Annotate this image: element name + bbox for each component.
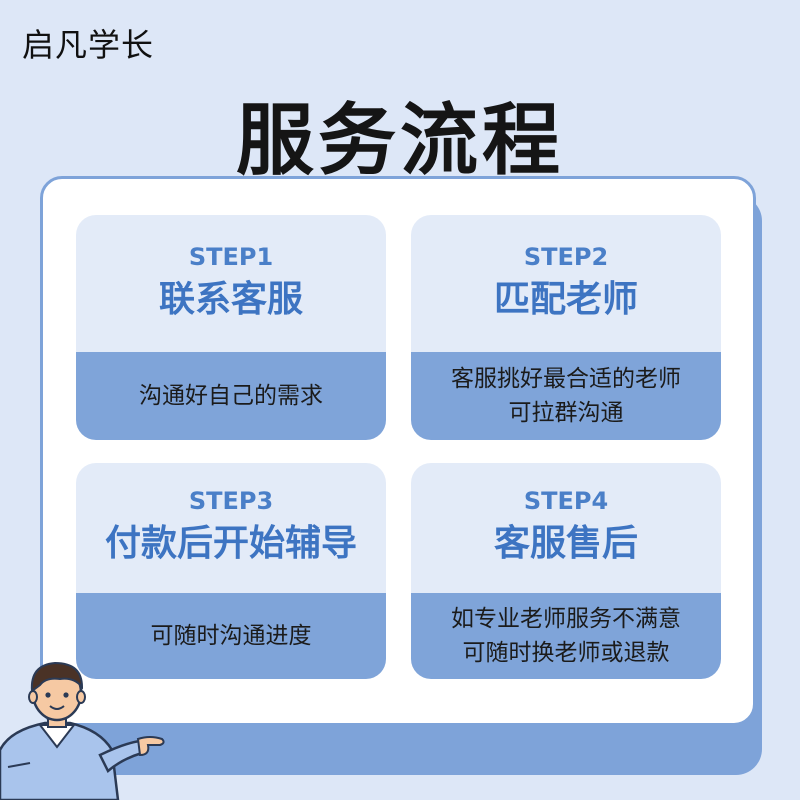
step-card-3: STEP3 付款后开始辅导 可随时沟通进度 <box>76 463 386 679</box>
step-number: STEP3 <box>188 487 274 516</box>
step-name: 匹配老师 <box>493 278 638 320</box>
step-description: 沟通好自己的需求 <box>139 382 323 409</box>
step-card-2: STEP2 匹配老师 客服挑好最合适的老师 可拉群沟通 <box>411 215 721 440</box>
step-card-header: STEP3 付款后开始辅导 <box>76 463 386 593</box>
step-card-body: 如专业老师服务不满意 可随时换老师或退款 <box>411 593 721 679</box>
step-name: 客服售后 <box>493 523 638 565</box>
step-description: 可随时换老师或退款 <box>462 640 670 666</box>
step-card-header: STEP1 联系客服 <box>76 215 386 352</box>
step-description: 可拉群沟通 <box>508 400 624 426</box>
step-name: 付款后开始辅导 <box>104 523 357 565</box>
step-card-header: STEP2 匹配老师 <box>411 215 721 352</box>
step-card-body: 客服挑好最合适的老师 可拉群沟通 <box>411 352 721 440</box>
step-card-1: STEP1 联系客服 沟通好自己的需求 <box>76 215 386 440</box>
step-description: 可随时沟通进度 <box>150 622 312 649</box>
page-title: 服务流程 <box>235 96 564 186</box>
step-name: 联系客服 <box>158 278 303 320</box>
step-card-body: 沟通好自己的需求 <box>76 352 386 440</box>
step-description: 客服挑好最合适的老师 <box>451 365 681 392</box>
step-card-header: STEP4 客服售后 <box>411 463 721 593</box>
brand-name: 启凡学长 <box>22 26 155 64</box>
step-description: 如专业老师服务不满意 <box>451 605 681 632</box>
step-card-4: STEP4 客服售后 如专业老师服务不满意 可随时换老师或退款 <box>411 463 721 679</box>
step-number: STEP2 <box>523 242 609 271</box>
step-number: STEP1 <box>188 242 274 271</box>
pointing-teacher-icon <box>0 661 165 800</box>
step-number: STEP4 <box>523 487 609 516</box>
